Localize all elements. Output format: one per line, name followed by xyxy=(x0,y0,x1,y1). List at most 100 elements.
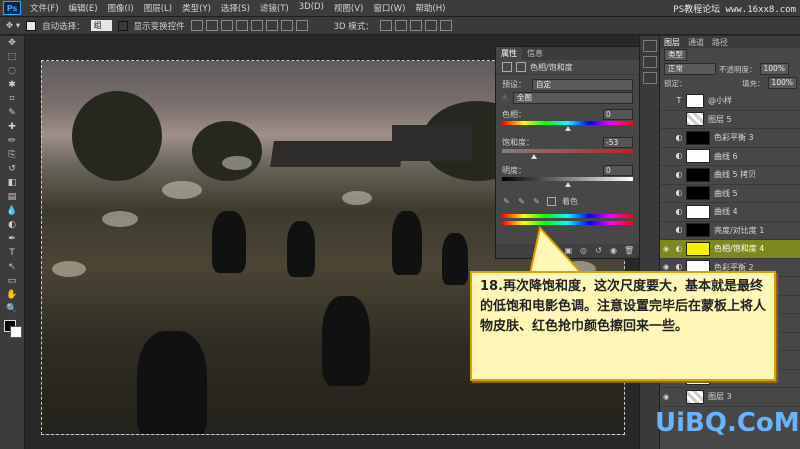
brush-icon[interactable]: ✏ xyxy=(5,136,19,147)
tab-info[interactable]: 信息 xyxy=(522,48,548,59)
saturation-slider-track[interactable] xyxy=(502,149,633,153)
distribute-icon[interactable] xyxy=(280,20,293,31)
lightness-slider-track[interactable] xyxy=(502,177,633,181)
layer-row[interactable]: ◉ 图层 3 xyxy=(660,388,800,407)
blend-mode-dropdown[interactable]: 正常 xyxy=(664,63,716,75)
visibility-eye-icon[interactable]: ◉ xyxy=(660,393,672,401)
layer-mask-thumbnail[interactable] xyxy=(686,223,710,238)
actions-panel-icon[interactable] xyxy=(642,56,657,68)
wand-icon[interactable]: ✱ xyxy=(5,80,19,91)
marquee-icon[interactable]: ⬚ xyxy=(5,52,19,63)
layer-row[interactable]: T @小样 xyxy=(660,92,800,111)
align-middle-icon[interactable] xyxy=(205,20,218,31)
tab-properties[interactable]: 属性 xyxy=(496,47,522,60)
type-icon[interactable]: T xyxy=(5,248,19,259)
eyedropper-icon[interactable]: ✎ xyxy=(5,108,19,119)
history-panel-icon[interactable] xyxy=(642,40,657,52)
layer-mask-thumbnail[interactable] xyxy=(686,241,710,256)
layer-row[interactable]: ◐ 曲线 5 xyxy=(660,185,800,203)
lightness-slider-knob[interactable] xyxy=(564,182,571,187)
align-top-icon[interactable] xyxy=(190,20,203,31)
opacity-input[interactable]: 100% xyxy=(759,63,789,75)
menu-item[interactable]: 图像(I) xyxy=(103,2,139,14)
saturation-slider-knob[interactable] xyxy=(530,154,537,159)
layer-row[interactable]: ◐ 亮度/对比度 1 xyxy=(660,222,800,240)
layer-mask-thumbnail[interactable] xyxy=(686,167,710,182)
hand-target-icon[interactable]: ☝ xyxy=(502,93,507,102)
blur-icon[interactable]: 💧 xyxy=(5,206,19,217)
menu-item[interactable]: 窗口(W) xyxy=(368,2,410,14)
menu-item[interactable]: 文件(F) xyxy=(25,2,64,14)
menu-item[interactable]: 选择(S) xyxy=(216,2,255,14)
layer-filter-dropdown[interactable]: 类型 xyxy=(664,49,687,61)
adjustments-panel-icon[interactable] xyxy=(642,72,657,84)
preset-dropdown[interactable]: 自定 xyxy=(532,78,633,91)
tab-channels[interactable]: 通道 xyxy=(684,37,708,48)
crop-icon[interactable]: ⌗ xyxy=(5,94,19,105)
layer-row[interactable]: ◐ 曲线 4 xyxy=(660,203,800,222)
show-transform-checkbox[interactable] xyxy=(117,20,128,31)
lightness-input[interactable]: 0 xyxy=(603,165,633,176)
move-icon[interactable]: ✥ xyxy=(5,38,19,49)
background-color[interactable] xyxy=(10,326,22,338)
heal-icon[interactable]: ✚ xyxy=(5,122,19,133)
hue-input[interactable]: 0 xyxy=(603,109,633,120)
scale-3d-icon[interactable] xyxy=(439,20,452,31)
pen-icon[interactable]: ✒ xyxy=(5,234,19,245)
tab-paths[interactable]: 路径 xyxy=(708,37,732,48)
channel-dropdown[interactable]: 全图 xyxy=(512,91,633,104)
menu-item[interactable]: 视图(V) xyxy=(329,2,368,14)
adjustment-icon[interactable] xyxy=(502,62,512,72)
fill-input[interactable]: 100% xyxy=(767,77,797,89)
roll-3d-icon[interactable] xyxy=(394,20,407,31)
align-bottom-icon[interactable] xyxy=(220,20,233,31)
slide-3d-icon[interactable] xyxy=(424,20,437,31)
layer-mask-thumbnail[interactable] xyxy=(686,149,710,164)
layer-row[interactable]: ◐ 曲线 6 xyxy=(660,148,800,166)
layer-row[interactable]: ◐ 色彩平衡 3 xyxy=(660,129,800,148)
layer-mask-thumbnail[interactable] xyxy=(686,186,710,201)
dodge-icon[interactable]: ◐ xyxy=(5,220,19,231)
drag-3d-icon[interactable] xyxy=(409,20,422,31)
visibility-eye-icon[interactable]: ◉ xyxy=(660,245,672,253)
layer-mask-thumbnail[interactable] xyxy=(686,204,710,219)
colorize-checkbox[interactable] xyxy=(547,197,556,206)
saturation-slider[interactable] xyxy=(502,154,633,160)
eyedropper-plus-icon[interactable]: ✎ xyxy=(517,197,526,206)
eyedropper-minus-icon[interactable]: ✎ xyxy=(532,197,541,206)
tab-layers[interactable]: 图层 xyxy=(660,37,684,48)
layer-mask-thumbnail[interactable] xyxy=(686,130,710,145)
menu-item[interactable]: 编辑(E) xyxy=(64,2,103,14)
layer-row[interactable]: 图层 5 xyxy=(660,111,800,129)
gradient-icon[interactable]: ▤ xyxy=(5,192,19,203)
align-right-icon[interactable] xyxy=(265,20,278,31)
hue-slider[interactable] xyxy=(502,126,633,132)
shape-icon[interactable]: ▭ xyxy=(5,276,19,287)
eraser-icon[interactable]: ◧ xyxy=(5,178,19,189)
hand-icon[interactable]: ✋ xyxy=(5,290,19,301)
menu-item[interactable]: 类型(Y) xyxy=(177,2,216,14)
history-brush-icon[interactable]: ↺ xyxy=(5,164,19,175)
eyedropper-icon[interactable]: ✎ xyxy=(502,197,511,206)
mask-icon[interactable] xyxy=(516,62,526,72)
menu-item[interactable]: 图层(L) xyxy=(139,2,177,14)
distribute-2-icon[interactable] xyxy=(295,20,308,31)
menu-item[interactable]: 3D(D) xyxy=(294,2,329,14)
zoom-icon[interactable]: 🔍 xyxy=(5,304,19,315)
auto-select-checkbox[interactable] xyxy=(26,20,37,31)
layer-row[interactable]: ◐ 曲线 5 拷贝 xyxy=(660,166,800,185)
hue-slider-knob[interactable] xyxy=(564,126,571,131)
lasso-icon[interactable]: ◌ xyxy=(5,66,19,77)
layer-thumbnail[interactable] xyxy=(686,93,704,108)
align-center-icon[interactable] xyxy=(250,20,263,31)
visibility-icon[interactable]: ◉ xyxy=(609,247,618,255)
move-tool-icon[interactable]: ✥ ▾ xyxy=(6,21,20,31)
saturation-input[interactable]: -53 xyxy=(603,137,633,148)
stamp-icon[interactable]: ⎘ xyxy=(5,150,19,161)
menu-item[interactable]: 滤镜(T) xyxy=(255,2,294,14)
hue-slider-track[interactable] xyxy=(502,121,633,125)
color-swatches[interactable] xyxy=(3,319,22,338)
auto-select-dropdown[interactable]: 组 xyxy=(90,20,112,31)
lightness-slider[interactable] xyxy=(502,182,633,188)
layer-thumbnail[interactable] xyxy=(686,389,704,404)
